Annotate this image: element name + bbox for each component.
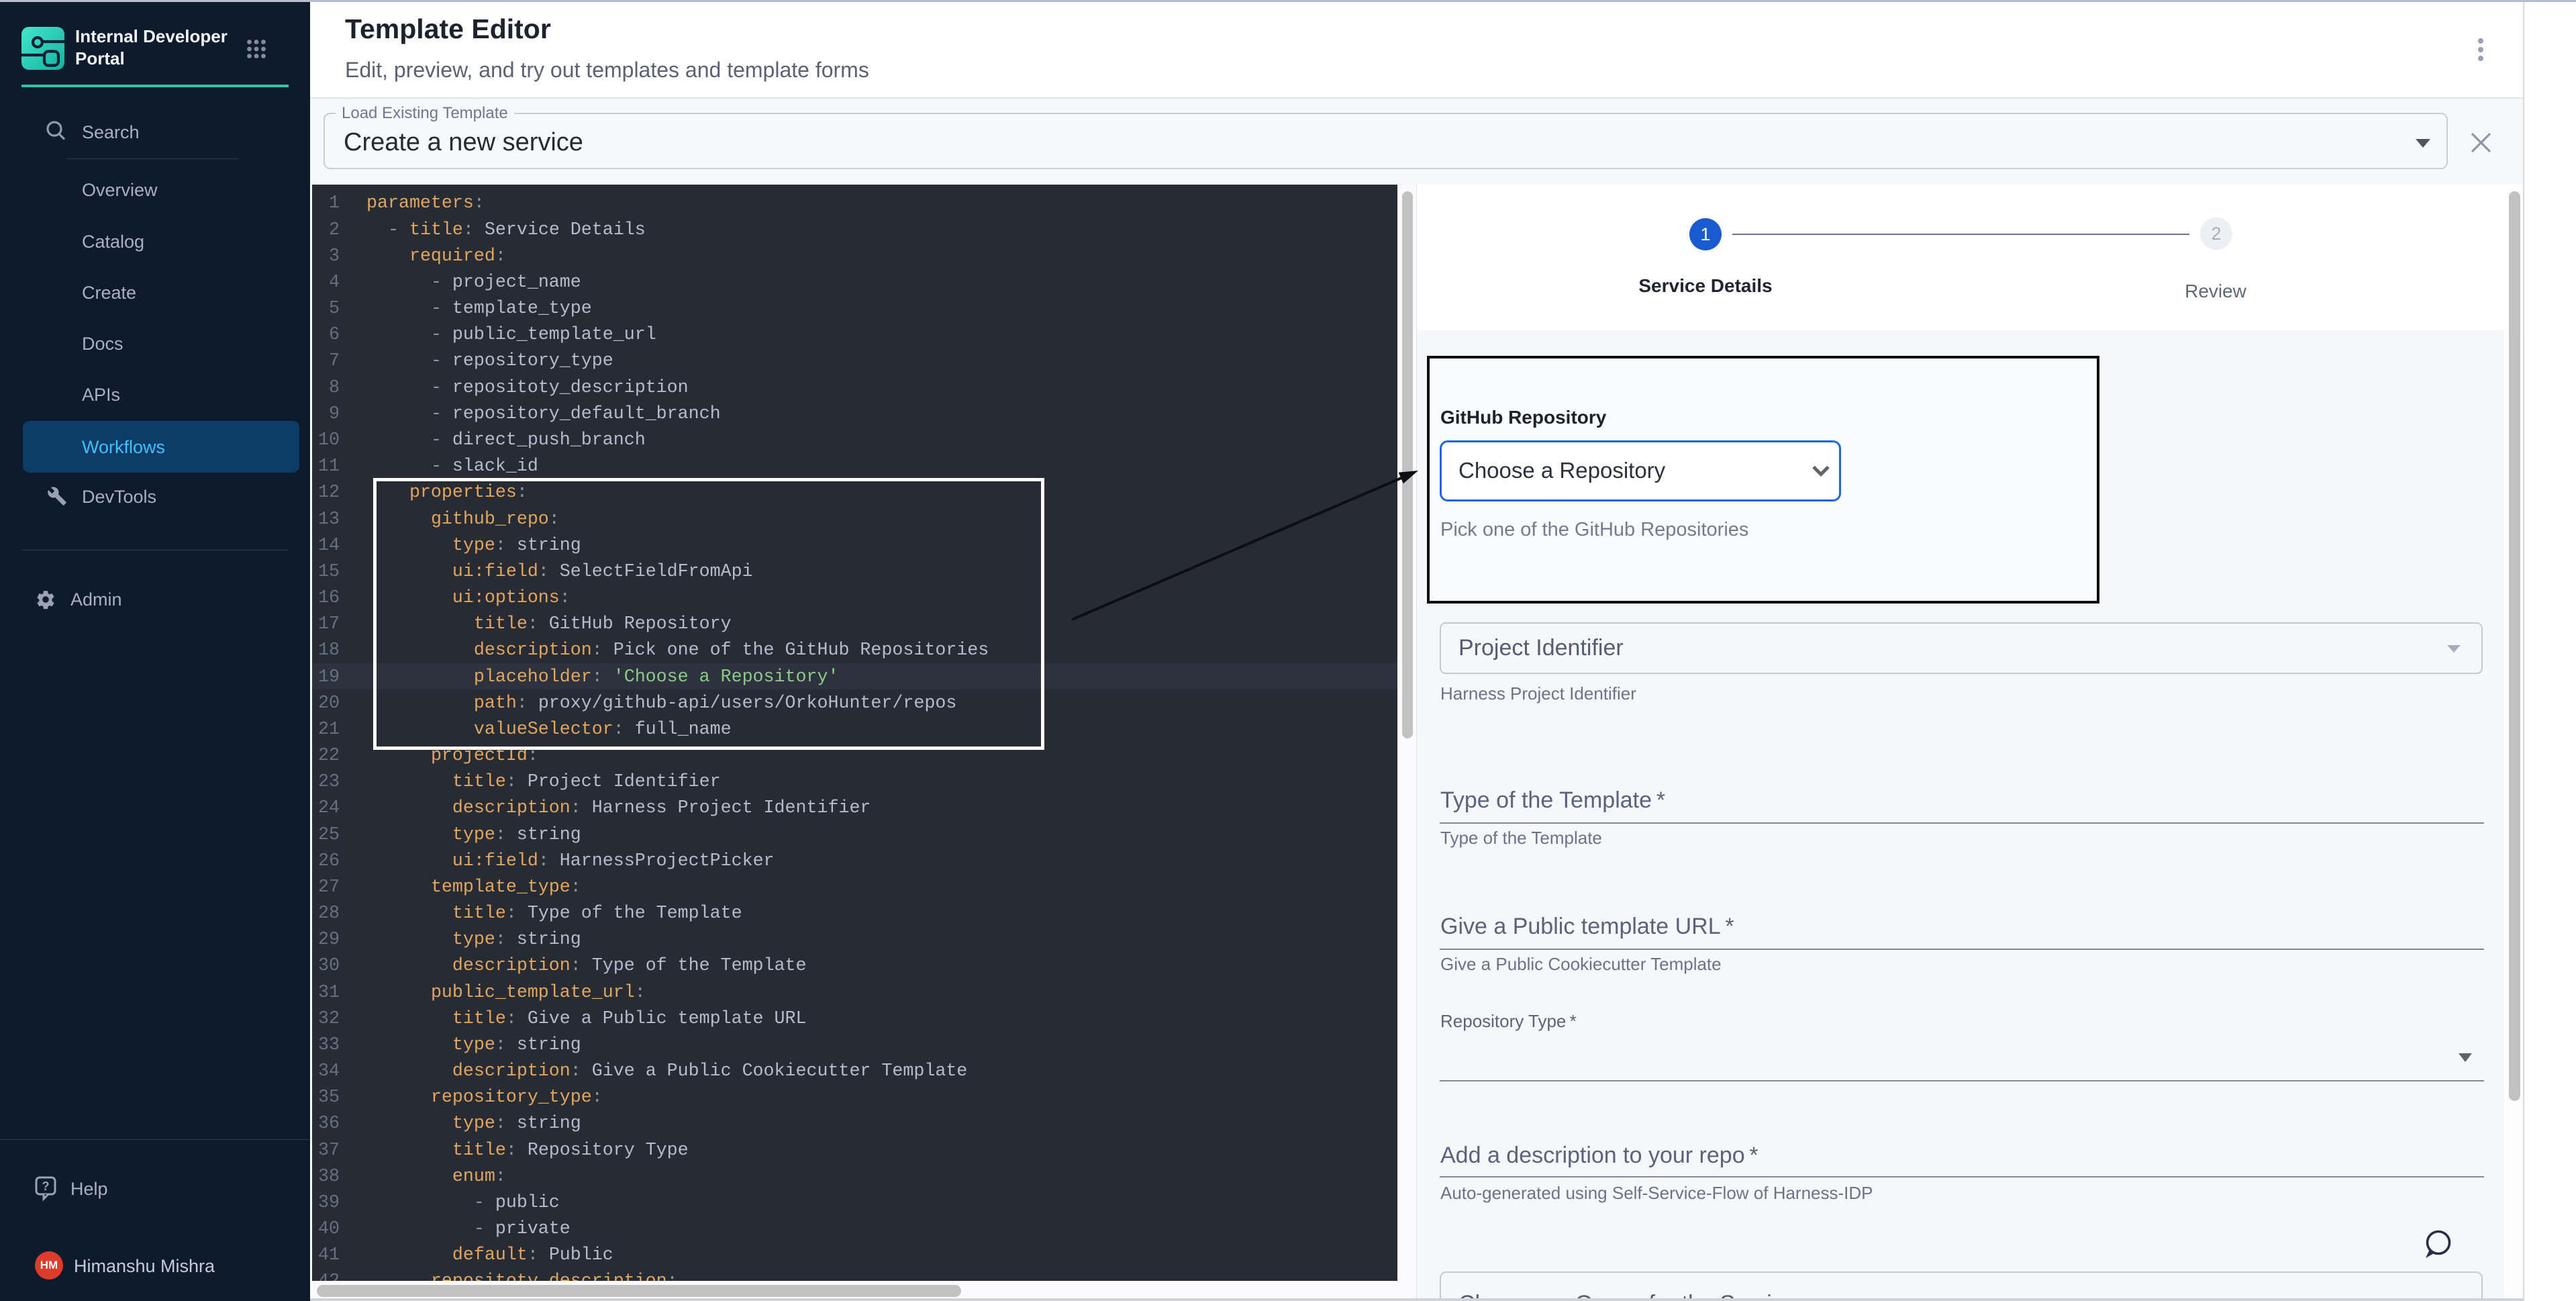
svg-text:?: ? bbox=[42, 1179, 50, 1193]
